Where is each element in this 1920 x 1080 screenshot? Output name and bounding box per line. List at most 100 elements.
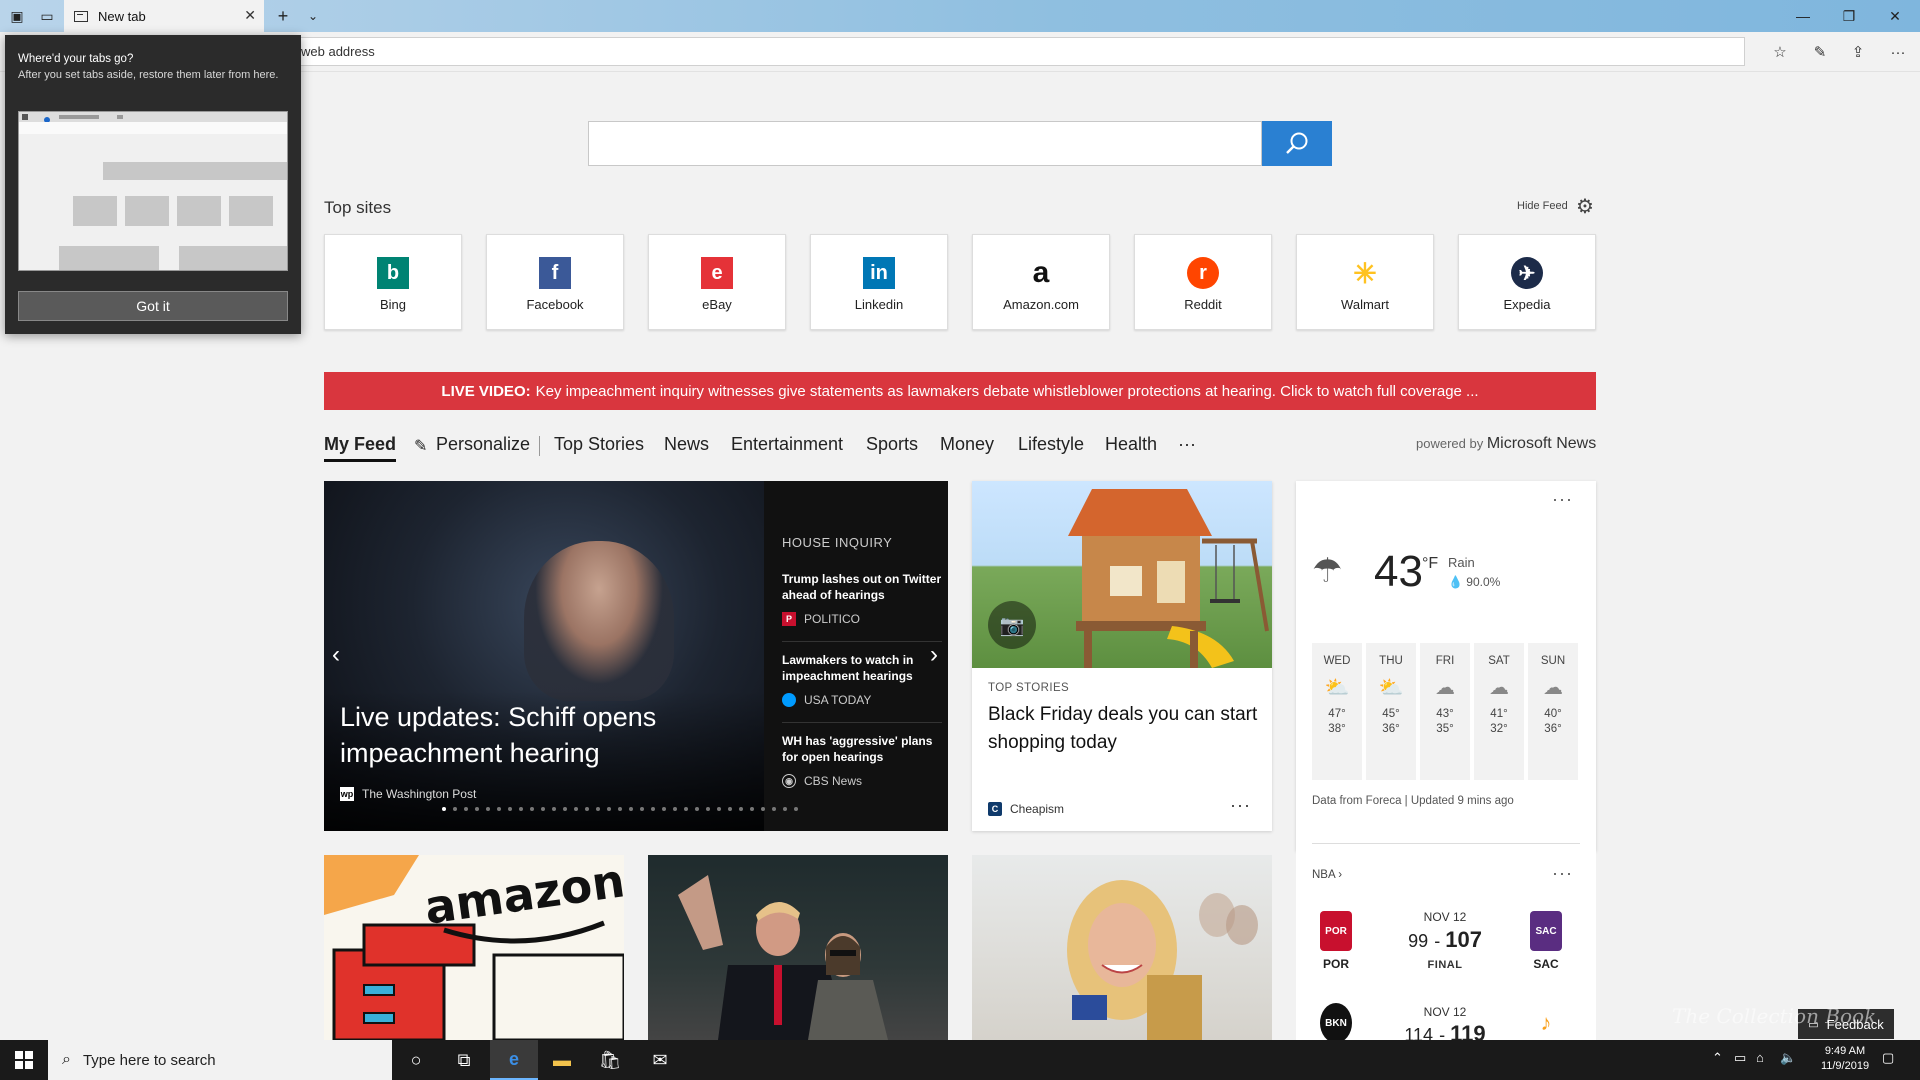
new-tab-icon[interactable]: + <box>270 4 296 28</box>
web-note-icon[interactable]: ✎ <box>1804 40 1836 64</box>
tab-list-chevron-icon[interactable]: ⌄ <box>300 4 326 28</box>
start-button[interactable] <box>0 1040 48 1080</box>
top-site-reddit[interactable]: r Reddit <box>1134 234 1272 330</box>
mail-icon[interactable]: ✉ <box>636 1040 684 1080</box>
carousel-dot[interactable] <box>585 807 589 811</box>
carousel-dot[interactable] <box>662 807 666 811</box>
carousel-dot[interactable] <box>453 807 457 811</box>
set-aside-tabs-icon[interactable]: ▣ <box>4 4 30 28</box>
tray-chevron-up-icon[interactable]: ⌃ <box>1712 1050 1723 1066</box>
carousel-dot[interactable] <box>717 807 721 811</box>
tab-my-feed[interactable]: My Feed <box>324 434 396 455</box>
carousel-dot[interactable] <box>552 807 556 811</box>
carousel-dot[interactable] <box>739 807 743 811</box>
carousel-dot[interactable] <box>497 807 501 811</box>
hide-feed-link[interactable]: Hide Feed <box>1517 200 1568 212</box>
carousel-dot[interactable] <box>596 807 600 811</box>
gear-icon[interactable]: ⚙ <box>1574 195 1596 218</box>
side-story[interactable]: Lawmakers to watch in impeachment hearin… <box>782 652 942 707</box>
carousel-prev-icon[interactable]: ‹ <box>332 641 340 669</box>
carousel-next-icon[interactable]: › <box>930 641 938 669</box>
story-card-trump[interactable] <box>648 855 948 1040</box>
story-card-shopping[interactable] <box>972 855 1272 1040</box>
restore-icon[interactable]: ❐ <box>1826 0 1872 32</box>
share-icon[interactable]: ⇪ <box>1842 40 1874 64</box>
nba-scores-card[interactable]: NBA › ··· POR POR NOV 12 99 - 107 FINAL … <box>1296 851 1596 1041</box>
carousel-dot[interactable] <box>530 807 534 811</box>
carousel-dot[interactable] <box>772 807 776 811</box>
top-site-ebay[interactable]: e eBay <box>648 234 786 330</box>
hero-carousel[interactable]: Live updates: Schiff opens impeachment h… <box>324 481 948 831</box>
carousel-dot[interactable] <box>618 807 622 811</box>
cortana-icon[interactable]: ○ <box>392 1040 440 1080</box>
carousel-dot[interactable] <box>706 807 710 811</box>
carousel-dot[interactable] <box>486 807 490 811</box>
carousel-dot[interactable] <box>519 807 523 811</box>
carousel-dot[interactable] <box>574 807 578 811</box>
top-site-bing[interactable]: b Bing <box>324 234 462 330</box>
story-more-icon[interactable]: ··· <box>1230 795 1251 816</box>
file-explorer-icon[interactable]: ▬ <box>538 1040 586 1080</box>
task-view-icon[interactable]: ⧉ <box>440 1040 488 1080</box>
story-title[interactable]: Black Friday deals you can start shoppin… <box>988 701 1258 757</box>
carousel-dot[interactable] <box>563 807 567 811</box>
more-tabs-button[interactable]: ··· <box>1178 434 1196 455</box>
tabs-aside-icon[interactable]: ▭ <box>34 4 60 28</box>
favorites-icon[interactable]: ☆ <box>1764 40 1796 64</box>
search-button[interactable] <box>1262 121 1332 166</box>
action-center-icon[interactable]: ▢ <box>1882 1050 1894 1066</box>
carousel-dot[interactable] <box>695 807 699 811</box>
carousel-dot[interactable] <box>508 807 512 811</box>
carousel-dot[interactable] <box>673 807 677 811</box>
more-icon[interactable]: ··· <box>1882 40 1914 64</box>
story-card[interactable]: 📷 TOP STORIES Black Friday deals you can… <box>972 481 1272 831</box>
weather-card[interactable]: ··· ☂ 43 °F Rain 💧 90.0% Data from Forec… <box>1296 481 1596 851</box>
tab-personalize[interactable]: Personalize <box>436 434 530 455</box>
tray-device-icon[interactable]: ▭ <box>1734 1050 1746 1066</box>
address-input[interactable]: web address <box>175 37 1745 66</box>
clock[interactable]: 9:49 AM 11/9/2019 <box>1810 1044 1880 1074</box>
tab-health[interactable]: Health <box>1105 434 1157 455</box>
carousel-dot[interactable] <box>464 807 468 811</box>
carousel-dot[interactable] <box>442 807 446 811</box>
taskbar-search-box[interactable]: ⌕ Type here to search <box>48 1040 392 1080</box>
forecast-day[interactable]: FRI ☁ 43° 35° <box>1420 643 1470 780</box>
forecast-day[interactable]: SAT ☁ 41° 32° <box>1474 643 1524 780</box>
tab-top-stories[interactable]: Top Stories <box>554 434 644 455</box>
tab-entertainment[interactable]: Entertainment <box>731 434 843 455</box>
minimize-icon[interactable]: — <box>1780 0 1826 32</box>
got-it-button[interactable]: Got it <box>18 291 288 321</box>
top-site-walmart[interactable]: ✳ Walmart <box>1296 234 1434 330</box>
forecast-day[interactable]: SUN ☁ 40° 36° <box>1528 643 1578 780</box>
tab-sports[interactable]: Sports <box>866 434 918 455</box>
volume-icon[interactable]: 🔈 <box>1780 1050 1796 1066</box>
carousel-dot[interactable] <box>794 807 798 811</box>
nba-label[interactable]: NBA › <box>1312 869 1342 881</box>
tab-lifestyle[interactable]: Lifestyle <box>1018 434 1084 455</box>
live-video-banner[interactable]: LIVE VIDEO: Key impeachment inquiry witn… <box>324 372 1596 410</box>
side-story[interactable]: WH has 'aggressive' plans for open heari… <box>782 733 942 788</box>
close-window-icon[interactable]: ✕ <box>1872 0 1918 32</box>
tab-news[interactable]: News <box>664 434 709 455</box>
carousel-dot[interactable] <box>629 807 633 811</box>
tab-money[interactable]: Money <box>940 434 994 455</box>
carousel-dot[interactable] <box>541 807 545 811</box>
top-site-facebook[interactable]: f Facebook <box>486 234 624 330</box>
carousel-dot[interactable] <box>475 807 479 811</box>
store-icon[interactable]: 🛍 <box>586 1040 634 1080</box>
close-tab-icon[interactable]: ✕ <box>244 7 256 24</box>
tab-new-tab[interactable]: New tab ✕ <box>64 0 264 32</box>
carousel-dot[interactable] <box>761 807 765 811</box>
forecast-day[interactable]: THU ⛅ 45° 36° <box>1366 643 1416 780</box>
temperature-unit[interactable]: °F <box>1422 555 1438 573</box>
side-story[interactable]: Trump lashes out on Twitter ahead of hea… <box>782 571 942 626</box>
story-card-amazon[interactable]: amazon <box>324 855 624 1040</box>
carousel-dot[interactable] <box>750 807 754 811</box>
top-site-linkedin[interactable]: in Linkedin <box>810 234 948 330</box>
nba-more-icon[interactable]: ··· <box>1552 863 1573 884</box>
top-site-expedia[interactable]: ✈ Expedia <box>1458 234 1596 330</box>
search-input[interactable] <box>588 121 1262 166</box>
edge-icon[interactable]: e <box>490 1040 538 1080</box>
carousel-dot[interactable] <box>684 807 688 811</box>
forecast-day[interactable]: WED ⛅ 47° 38° <box>1312 643 1362 780</box>
